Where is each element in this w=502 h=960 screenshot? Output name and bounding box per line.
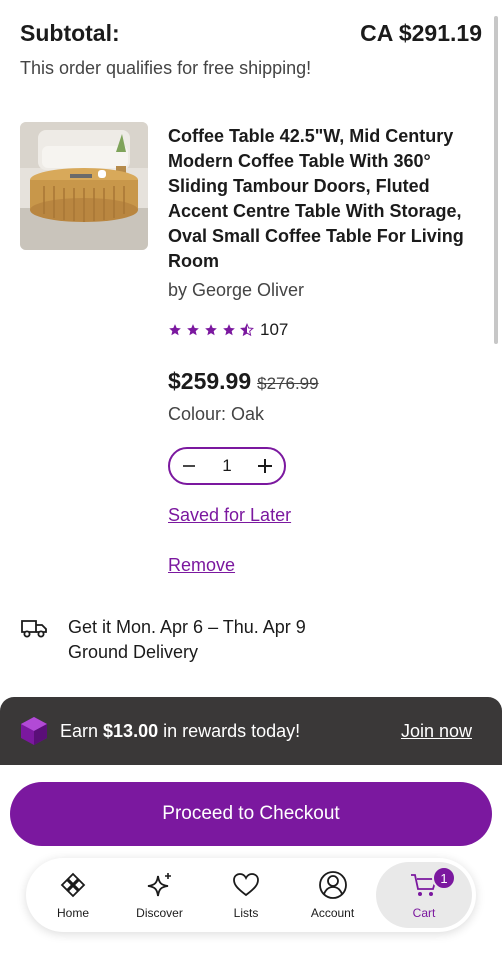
nav-lists-label: Lists [233, 906, 259, 920]
subtotal-label: Subtotal: [20, 19, 120, 46]
product-brand[interactable]: by George Oliver [168, 280, 304, 301]
subtotal-row: Subtotal: CA $291.19 [20, 16, 482, 50]
rewards-message: Earn $13.00 in rewards today! [60, 721, 401, 742]
free-shipping-note: This order qualifies for free shipping! [20, 58, 312, 78]
star-icon [187, 324, 199, 336]
user-icon [318, 871, 347, 899]
join-now-link[interactable]: Join now [401, 721, 472, 742]
star-icon [223, 324, 235, 336]
nav-account[interactable]: Account [290, 862, 376, 928]
original-price: $276.99 [257, 374, 319, 393]
increase-quantity-button[interactable] [254, 455, 276, 477]
quantity-stepper: 1 [168, 447, 286, 485]
plus-icon [258, 459, 272, 473]
delivery-dates: Get it Mon. Apr 6 – Thu. Apr 9 [68, 617, 306, 637]
subtotal-value: CA $291.19 [360, 19, 482, 46]
rewards-banner: Earn $13.00 in rewards today! Join now [0, 697, 502, 765]
rewards-suffix: in rewards today! [158, 720, 301, 741]
bottom-navigation: Home Discover Lists Account Cart 1 [26, 858, 476, 932]
nav-discover[interactable]: Discover [117, 862, 203, 928]
product-title[interactable]: Coffee Table 42.5"W, Mid Century Modern … [168, 124, 486, 274]
rewards-prefix: Earn [60, 720, 104, 741]
current-price: $259.99 [168, 368, 252, 394]
star-icon [169, 324, 181, 336]
proceed-to-checkout-button[interactable]: Proceed to Checkout [10, 782, 492, 846]
star-icon [205, 324, 217, 336]
nav-cart-label: Cart [412, 906, 436, 920]
decrease-quantity-button[interactable] [178, 455, 200, 477]
product-image[interactable] [20, 122, 148, 250]
delivery-method: Ground Delivery [68, 642, 199, 662]
nav-account-label: Account [310, 906, 355, 920]
remove-link[interactable]: Remove [168, 555, 235, 576]
rating-count: 107 [260, 320, 289, 339]
minus-icon [183, 465, 195, 467]
heart-icon [233, 873, 259, 897]
rewards-gem-icon [21, 717, 47, 745]
nav-lists[interactable]: Lists [203, 862, 289, 928]
rating-row[interactable]: 107 [168, 320, 288, 340]
cart-count-badge: 1 [432, 866, 456, 890]
nav-discover-label: Discover [136, 906, 183, 920]
nav-home[interactable]: Home [30, 862, 116, 928]
half-star-icon [240, 323, 254, 337]
star-rating [168, 323, 254, 337]
delivery-info: Get it Mon. Apr 6 – Thu. Apr 9 Ground De… [20, 615, 306, 665]
page-scrollbar[interactable] [494, 16, 498, 344]
quantity-value[interactable]: 1 [222, 456, 231, 476]
rewards-amount: $13.00 [103, 720, 159, 741]
truck-icon [21, 620, 47, 638]
home-icon [60, 872, 86, 898]
price-row: $259.99 $276.99 [168, 368, 319, 395]
nav-home-label: Home [56, 906, 89, 920]
nav-cart[interactable]: Cart 1 [376, 862, 472, 928]
saved-for-later-link[interactable]: Saved for Later [168, 505, 291, 526]
colour-option: Colour: Oak [168, 404, 265, 424]
sparkle-icon [147, 873, 171, 897]
